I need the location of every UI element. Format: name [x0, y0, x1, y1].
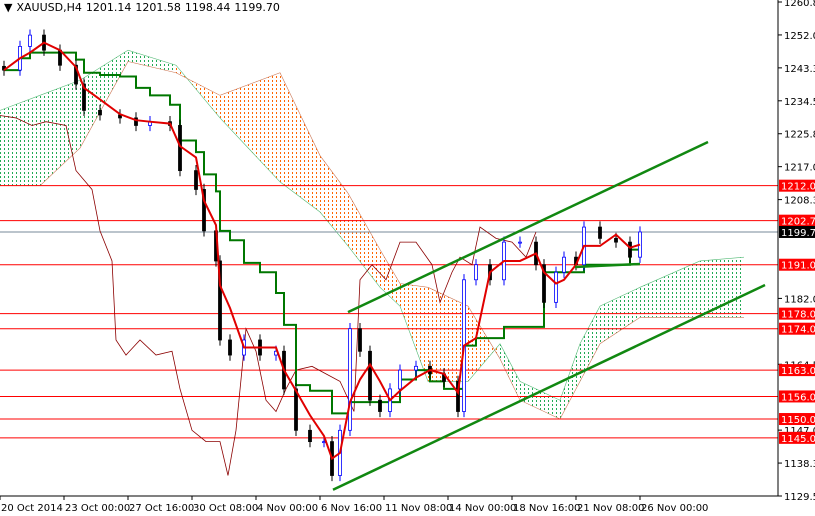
candle-body — [554, 271, 558, 303]
candle-body — [414, 365, 418, 371]
open-value: 1201.14 — [85, 1, 132, 14]
price-tick-label: 1129.55 — [784, 492, 815, 503]
high-value: 1201.58 — [135, 1, 181, 14]
candle-body — [98, 109, 102, 116]
bullish-cloud-segment — [640, 260, 700, 318]
dropdown-arrow-icon[interactable]: ▼ — [4, 1, 12, 14]
price-tick-label: 1225.80 — [784, 130, 815, 141]
candle-body — [628, 241, 632, 258]
candle-body — [378, 399, 382, 412]
bullish-cloud-segment — [0, 95, 40, 186]
close-value: 1199.70 — [234, 1, 280, 14]
candle-body — [28, 34, 32, 47]
candle-body — [398, 369, 402, 390]
price-tick-label: 1260.80 — [784, 0, 815, 9]
bullish-cloud-segment — [500, 343, 520, 401]
level-price-label: 1163.00 — [781, 366, 815, 377]
time-tick-label: 6 Nov 16:00 — [321, 503, 382, 514]
candle-body — [308, 429, 312, 443]
candle-body — [474, 264, 478, 281]
time-tick-label: 27 Oct 16:00 — [129, 503, 194, 514]
price-tick-label: 1138.30 — [784, 459, 815, 470]
level-price-label: 1156.00 — [781, 392, 815, 403]
candle-body — [368, 350, 372, 401]
time-tick-label: 21 Nov 08:00 — [577, 503, 644, 514]
chart-header: ▼ XAUUSD,H4 1201.14 1201.58 1198.44 1199.70 — [4, 1, 284, 14]
price-tick-label: 1208.30 — [784, 196, 815, 207]
bearish-cloud-segment — [348, 193, 380, 288]
bullish-cloud-segment — [40, 80, 80, 186]
bearish-cloud-segment — [400, 283, 428, 382]
time-tick-label: 20 Oct 2014 — [1, 503, 63, 514]
bullish-cloud-segment — [700, 257, 744, 318]
level-price-label: 1212.00 — [781, 182, 815, 193]
bullish-cloud-segment — [600, 287, 640, 344]
time-tick-label: 23 Oct 00:00 — [65, 503, 130, 514]
price-tick-label: 1252.05 — [784, 31, 815, 42]
level-price-label: 1150.00 — [781, 415, 815, 426]
low-value: 1198.44 — [184, 1, 231, 14]
price-tick-label: 1182.05 — [784, 294, 815, 305]
level-price-label: 1191.00 — [781, 261, 815, 272]
bearish-cloud-segment — [280, 72, 320, 213]
time-tick-label: 26 Nov 00:00 — [641, 503, 708, 514]
candle-body — [598, 226, 602, 239]
level-price-label: 1199.70 — [781, 228, 815, 239]
candle-body — [614, 237, 618, 243]
candle-body — [358, 328, 362, 352]
time-tick-label: 18 Nov 16:00 — [513, 503, 580, 514]
bullish-cloud-segment — [520, 381, 560, 420]
trendline-lower-channel — [332, 283, 766, 491]
candle-body — [518, 241, 522, 244]
time-tick-label: 11 Nov 08:00 — [385, 503, 452, 514]
level-price-label: 1145.00 — [781, 434, 815, 445]
price-tick-label: 1234.55 — [784, 97, 815, 108]
time-tick-label: 30 Oct 08:00 — [193, 503, 258, 514]
level-price-label: 1178.00 — [781, 310, 815, 321]
candle-body — [228, 339, 232, 356]
price-chart[interactable]: 1260.80 1252.05 1243.30 1234.55 1225.80 1217.… — [0, 0, 815, 516]
level-price-label: 1174.00 — [781, 325, 815, 336]
bullish-cloud-segment — [128, 50, 176, 73]
candle-body — [294, 388, 298, 431]
symbol-label: XAUUSD,H4 — [16, 1, 82, 14]
candle-body — [562, 256, 566, 273]
time-tick-label: 4 Nov 00:00 — [257, 503, 318, 514]
price-tick-label: 1243.30 — [784, 64, 815, 75]
candle-body — [348, 328, 352, 431]
candle-body — [194, 170, 198, 190]
price-tick-label: 1217.05 — [784, 163, 815, 174]
time-tick-label: 14 Nov 00:00 — [449, 503, 516, 514]
bullish-cloud-segment — [80, 50, 128, 149]
